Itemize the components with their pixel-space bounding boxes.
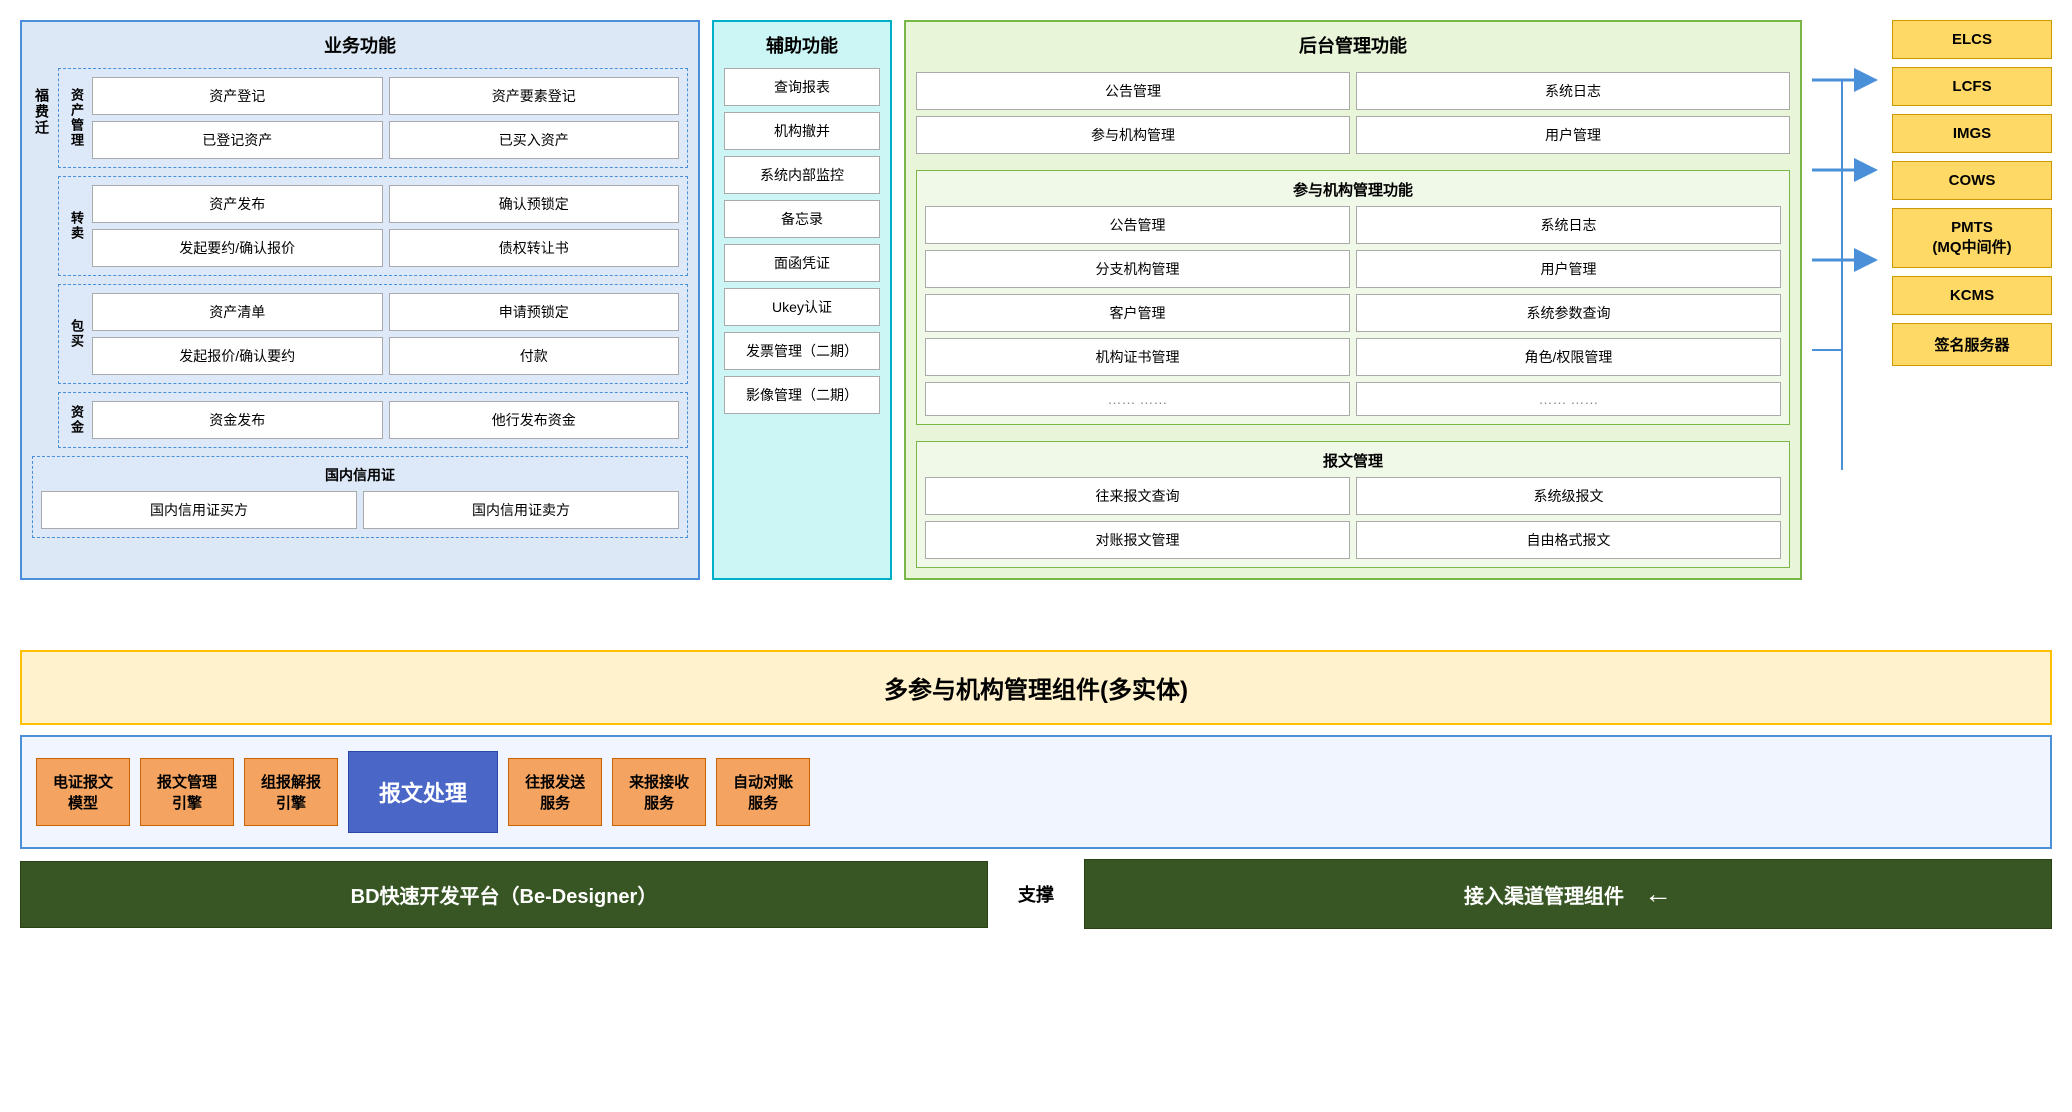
middle-bar: 多参与机构管理组件(多实体) [20,650,2052,725]
aux-item-7: 影像管理（二期） [724,376,880,414]
asset-item-2: 已登记资产 [92,121,383,159]
credit-title: 国内信用证 [41,465,679,485]
baogou-section: 包买 资产清单 申请预锁定 发起报价/确认要约 付款 [58,284,688,384]
org-ellipsis-1: …… …… [1356,382,1781,416]
backend-box: 后台管理功能 公告管理 系统日志 参与机构管理 用户管理 参与机构管理功能 公告… [904,20,1802,580]
fufeiting-label: 福费迁 [32,88,52,136]
aux-item-6: 发票管理（二期） [724,332,880,370]
connector-svg [1812,20,1892,640]
parse-engine: 组报解报 引擎 [244,758,338,826]
asset-item-0: 资产登记 [92,77,383,115]
zijin-item-0: 资金发布 [92,401,383,439]
org-item-2: 分支机构管理 [925,250,1350,288]
top-with-external: 业务功能 福费迁 资产管理 资产登记 资产要素登记 [20,20,2052,640]
channel-label: 接入渠道管理组件 [1464,880,1624,909]
zhuanmai-item-2: 发起要约/确认报价 [92,229,383,267]
external-systems: ELCS LCFS IMGS COWS PMTS (MQ中间件) KCMS 签名… [1892,20,2052,366]
msg-model: 电证报文 模型 [36,758,130,826]
channel-mgmt: 接入渠道管理组件 ← [1084,859,2052,929]
zhuanmai-section: 转卖 资产发布 确认预锁定 发起要约/确认报价 债权转让书 [58,176,688,276]
msg-item-2: 对账报文管理 [925,521,1350,559]
ext-imgs: IMGS [1892,114,2052,153]
send-service: 往报发送 服务 [508,758,602,826]
asset-mgmt-label: 资产管理 [67,88,86,148]
aux-item-1: 机构撤并 [724,112,880,150]
msg-process: 报文处理 [348,751,498,833]
backend-top-1: 系统日志 [1356,72,1790,110]
org-item-0: 公告管理 [925,206,1350,244]
credit-section: 国内信用证 国内信用证买方 国内信用证卖方 [32,456,688,538]
auxiliary-title: 辅助功能 [724,32,880,58]
baogou-item-0: 资产清单 [92,293,383,331]
asset-mgmt-section: 资产管理 资产登记 资产要素登记 已登记资产 已买入资产 [58,68,688,168]
org-item-4: 客户管理 [925,294,1350,332]
msg-item-0: 往来报文查询 [925,477,1350,515]
aux-item-2: 系统内部监控 [724,156,880,194]
asset-item-3: 已买入资产 [389,121,680,159]
baogou-item-3: 付款 [389,337,680,375]
org-item-7: 角色/权限管理 [1356,338,1781,376]
backend-top-3: 用户管理 [1356,116,1790,154]
auxiliary-box: 辅助功能 查询报表 机构撤并 系统内部监控 备忘录 面函凭证 Ukey认证 发票… [712,20,892,580]
backend-top-2: 参与机构管理 [916,116,1350,154]
left-three: 业务功能 福费迁 资产管理 资产登记 资产要素登记 [20,20,1802,580]
aux-item-4: 面函凭证 [724,244,880,282]
zijin-label: 资金 [67,405,86,435]
msg-title: 报文管理 [925,450,1781,471]
org-mgmt-box: 参与机构管理功能 公告管理 系统日志 分支机构管理 用户管理 客户管理 系统参数… [916,170,1790,425]
reconcile-service: 自动对账 服务 [716,758,810,826]
msg-engine: 报文管理 引擎 [140,758,234,826]
asset-item-1: 资产要素登记 [389,77,680,115]
baogou-item-2: 发起报价/确认要约 [92,337,383,375]
msg-item-1: 系统级报文 [1356,477,1781,515]
backend-top-0: 公告管理 [916,72,1350,110]
baogou-label: 包买 [67,319,86,349]
ext-elcs: ELCS [1892,20,2052,59]
aux-item-0: 查询报表 [724,68,880,106]
backend-title: 后台管理功能 [916,32,1790,58]
backend-top-grid: 公告管理 系统日志 参与机构管理 用户管理 [916,72,1790,154]
baogou-item-1: 申请预锁定 [389,293,680,331]
org-item-6: 机构证书管理 [925,338,1350,376]
aux-item-3: 备忘录 [724,200,880,238]
org-mgmt-title: 参与机构管理功能 [925,179,1781,200]
ext-cows: COWS [1892,161,2052,200]
org-item-1: 系统日志 [1356,206,1781,244]
org-item-5: 系统参数查询 [1356,294,1781,332]
ext-signature: 签名服务器 [1892,323,2052,366]
zhuanmai-item-3: 债权转让书 [389,229,680,267]
zijin-section: 资金 资金发布 他行发布资金 [58,392,688,448]
left-arrow-icon: ← [1644,878,1672,910]
zhuanmai-item-0: 资产发布 [92,185,383,223]
ext-kcms: KCMS [1892,276,2052,315]
msg-grid: 往来报文查询 系统级报文 对账报文管理 自由格式报文 [925,477,1781,559]
recv-service: 来报接收 服务 [612,758,706,826]
msg-mgmt-box: 报文管理 往来报文查询 系统级报文 对账报文管理 自由格式报文 [916,441,1790,568]
ext-lcfs: LCFS [1892,67,2052,106]
msg-item-3: 自由格式报文 [1356,521,1781,559]
main-container: 业务功能 福费迁 资产管理 资产登记 资产要素登记 [0,0,2072,1112]
support-text: 支撑 [998,881,1074,907]
zhuanmai-item-1: 确认预锁定 [389,185,680,223]
bd-platform: BD快速开发平台（Be-Designer） [20,861,988,928]
aux-items: 查询报表 机构撤并 系统内部监控 备忘录 面函凭证 Ukey认证 发票管理（二期… [724,68,880,414]
bottom-section: 电证报文 模型 报文管理 引擎 组报解报 引擎 报文处理 往报发送 服务 来报接… [20,735,2052,849]
org-ellipsis-0: …… …… [925,382,1350,416]
aux-item-5: Ukey认证 [724,288,880,326]
bottom-bar: BD快速开发平台（Be-Designer） 支撑 接入渠道管理组件 ← [20,859,2052,929]
external-area: ELCS LCFS IMGS COWS PMTS (MQ中间件) KCMS 签名… [1802,20,2052,640]
zijin-item-1: 他行发布资金 [389,401,680,439]
credit-item-0: 国内信用证买方 [41,491,357,529]
business-title: 业务功能 [32,32,688,58]
org-grid: 公告管理 系统日志 分支机构管理 用户管理 客户管理 系统参数查询 机构证书管理… [925,206,1781,416]
business-box: 业务功能 福费迁 资产管理 资产登记 资产要素登记 [20,20,700,580]
credit-item-1: 国内信用证卖方 [363,491,679,529]
ext-pmts: PMTS (MQ中间件) [1892,208,2052,268]
org-item-3: 用户管理 [1356,250,1781,288]
zhuanmai-label: 转卖 [67,211,86,241]
